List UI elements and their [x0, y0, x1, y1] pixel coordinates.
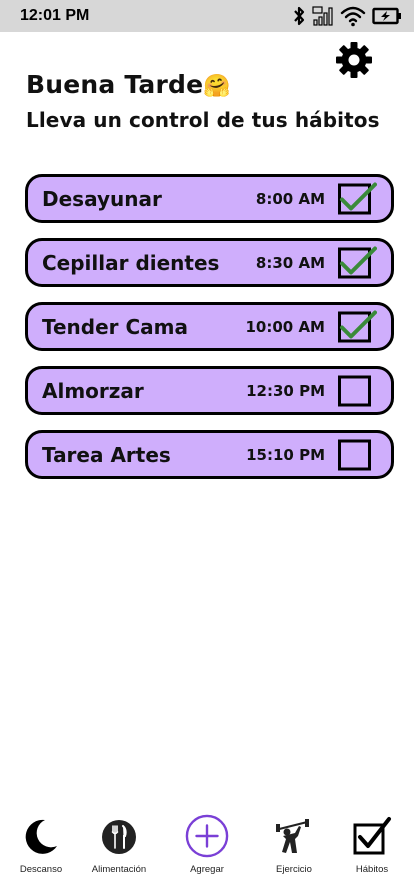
page-subtitle: Lleva un control de tus hábitos: [26, 108, 380, 132]
nav-label: Descanso: [19, 864, 63, 875]
checkmark-icon: [340, 182, 377, 210]
habit-card[interactable]: Tarea Artes 15:10 PM: [25, 430, 394, 479]
checkmark-icon: [340, 246, 377, 274]
habit-checkbox-unchecked[interactable]: [338, 439, 371, 470]
habit-time: 12:30 PM: [246, 381, 325, 400]
habit-name: Cepillar dientes: [42, 250, 220, 275]
wifi-icon: [340, 6, 366, 27]
status-time: 12:01 PM: [20, 7, 90, 24]
habit-time: 8:00 AM: [255, 189, 325, 208]
habit-time: 15:10 PM: [246, 445, 325, 464]
bottom-nav: Descanso Alimentación Agregar Ejercicio …: [0, 812, 414, 896]
habit-time: 10:00 AM: [245, 317, 325, 336]
bluetooth-icon: [294, 6, 305, 26]
habit-card[interactable]: Cepillar dientes 8:30 AM: [25, 238, 394, 287]
signal-icon: [312, 6, 333, 26]
status-icons: [292, 5, 402, 27]
habit-time: 8:30 AM: [255, 253, 325, 272]
plus-circle-icon: [185, 814, 229, 858]
habit-name: Desayunar: [42, 186, 162, 211]
gear-icon: [336, 42, 372, 78]
habit-checkbox-checked[interactable]: [338, 182, 377, 214]
nav-agregar[interactable]: Agregar: [184, 812, 230, 875]
habit-name: Tarea Artes: [42, 442, 171, 467]
checkbox-icon: [353, 817, 391, 855]
habit-card[interactable]: Tender Cama 10:00 AM: [25, 302, 394, 351]
nav-label: Agregar: [190, 864, 224, 875]
nav-label: Hábitos: [355, 864, 389, 875]
nav-descanso[interactable]: Descanso: [18, 812, 64, 875]
moon-icon: [25, 819, 57, 854]
habit-card[interactable]: Almorzar 12:30 PM: [25, 366, 394, 415]
settings-button[interactable]: [334, 40, 374, 80]
habit-checkbox-checked[interactable]: [338, 246, 377, 278]
battery-charging-icon: [372, 7, 401, 25]
habit-name: Tender Cama: [42, 314, 189, 339]
greeting-text: Buena Tarde: [26, 70, 204, 99]
status-bar: 12:01 PM: [0, 0, 414, 32]
habit-card[interactable]: Desayunar 8:00 AM: [25, 174, 394, 223]
weightlifter-icon: [276, 819, 309, 853]
habit-checkbox-checked[interactable]: [338, 310, 377, 342]
habit-checkbox-unchecked[interactable]: [338, 375, 371, 406]
nav-alimentacion[interactable]: Alimentación: [88, 812, 150, 875]
nav-ejercicio[interactable]: Ejercicio: [271, 812, 317, 875]
nav-habitos[interactable]: Hábitos: [349, 812, 395, 875]
fork-knife-icon: [102, 820, 136, 854]
nav-label: Ejercicio: [276, 864, 312, 875]
greeting-title: Buena Tarde🤗: [26, 70, 231, 99]
habit-list: Desayunar 8:00 AM Cepillar dientes 8:30 …: [25, 174, 394, 494]
hugging-face-emoji: 🤗: [203, 74, 231, 99]
nav-label: Alimentación: [91, 864, 147, 875]
habit-name: Almorzar: [42, 378, 144, 403]
checkmark-icon: [340, 310, 377, 338]
